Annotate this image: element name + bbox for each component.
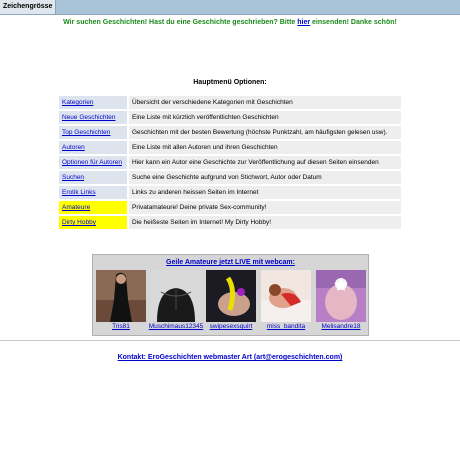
menu-row: Dirty Hobby Die heißeste Seiten im Inter… bbox=[59, 216, 401, 229]
menu-link-suchen[interactable]: Suchen bbox=[62, 174, 84, 181]
webcam-photo-placeholder bbox=[261, 270, 311, 322]
webcam-name-link[interactable]: miss_bandita bbox=[256, 323, 316, 330]
menu-link-cell-highlighted: Dirty Hobby bbox=[59, 216, 127, 229]
menu-row: Erotik Links Links zu anderen heissen Se… bbox=[59, 186, 401, 199]
menu-link-cell: Erotik Links bbox=[59, 186, 127, 199]
menu-description: Geschichten mit der besten Bewertung (hö… bbox=[129, 126, 401, 139]
webcam-photo-placeholder bbox=[96, 270, 146, 322]
menu-description: Hier kann ein Autor eine Geschichte zur … bbox=[129, 156, 401, 169]
menu-link-cell: Optionen für Autoren bbox=[59, 156, 127, 169]
menu-link-neue-geschichten[interactable]: Neue Geschichten bbox=[62, 114, 115, 121]
menu-row: Top Geschichten Geschichten mit der best… bbox=[59, 126, 401, 139]
menu-description: Übersicht der verschiedene Kategorien mi… bbox=[129, 96, 401, 109]
menu-description: Die heißeste Seiten im Internet! My Dirt… bbox=[129, 216, 401, 229]
webcam-photo-placeholder bbox=[316, 270, 366, 322]
menu-description: Eine Liste mit kürzlich veröffentlichten… bbox=[129, 111, 401, 124]
menu-link-optionen-fuer-autoren[interactable]: Optionen für Autoren bbox=[62, 159, 122, 166]
menu-link-kategorien[interactable]: Kategorien bbox=[62, 99, 93, 106]
notice-text-start: Wir suchen Geschichten! Hast du eine Ges… bbox=[63, 19, 298, 26]
webcam-panel-title-link[interactable]: Geile Amateure jetzt LIVE mit webcam: bbox=[93, 259, 368, 266]
menu-description: Suche eine Geschichte aufgrund von Stich… bbox=[129, 171, 401, 184]
menu-link-autoren[interactable]: Autoren bbox=[62, 144, 85, 151]
notice-here-link[interactable]: hier bbox=[297, 19, 310, 26]
font-size-button[interactable]: Zeichengrösse bbox=[0, 0, 57, 14]
menu-link-cell: Kategorien bbox=[59, 96, 127, 109]
menu-link-cell-highlighted: Amateure bbox=[59, 201, 127, 214]
webcam-name-link[interactable]: swipesexsquirt bbox=[201, 323, 261, 330]
webcam-thumbnail[interactable] bbox=[316, 270, 366, 322]
webcam-panel: Geile Amateure jetzt LIVE mit webcam: Tr… bbox=[92, 254, 369, 336]
menu-row: Neue Geschichten Eine Liste mit kürzlich… bbox=[59, 111, 401, 124]
menu-row: Amateure Privatamateure! Deine private S… bbox=[59, 201, 401, 214]
webcam-name-link[interactable]: Melisandre18 bbox=[311, 323, 371, 330]
webcam-thumbnail[interactable] bbox=[151, 270, 201, 322]
menu-link-erotik-links[interactable]: Erotik Links bbox=[62, 189, 96, 196]
webcam-photo-placeholder bbox=[151, 270, 201, 322]
menu-row: Kategorien Übersicht der verschiedene Ka… bbox=[59, 96, 401, 109]
menu-link-cell: Suchen bbox=[59, 171, 127, 184]
menu-link-cell: Autoren bbox=[59, 141, 127, 154]
webcam-photo-placeholder bbox=[206, 270, 256, 322]
submission-notice: Wir suchen Geschichten! Hast du eine Ges… bbox=[0, 19, 460, 26]
menu-row: Autoren Eine Liste mit allen Autoren und… bbox=[59, 141, 401, 154]
menu-link-top-geschichten[interactable]: Top Geschichten bbox=[62, 129, 110, 136]
top-toolbar: Zeichengrösse bbox=[0, 0, 460, 15]
contact-link[interactable]: Kontakt: EroGeschichten webmaster Art (a… bbox=[0, 354, 460, 361]
webcam-thumbnail[interactable] bbox=[206, 270, 256, 322]
menu-title: Hauptmenü Optionen: bbox=[193, 79, 267, 86]
main-menu-table: Kategorien Übersicht der verschiedene Ka… bbox=[57, 94, 403, 231]
menu-link-amateure[interactable]: Amateure bbox=[62, 204, 90, 211]
menu-link-cell: Neue Geschichten bbox=[59, 111, 127, 124]
notice-text-end: einsenden! Danke schön! bbox=[310, 19, 397, 26]
webcam-thumbnail[interactable] bbox=[96, 270, 146, 322]
menu-link-dirty-hobby[interactable]: Dirty Hobby bbox=[62, 219, 96, 226]
menu-link-cell: Top Geschichten bbox=[59, 126, 127, 139]
menu-row: Optionen für Autoren Hier kann ein Autor… bbox=[59, 156, 401, 169]
menu-row: Suchen Suche eine Geschichte aufgrund vo… bbox=[59, 171, 401, 184]
webcam-name-link[interactable]: Tris81 bbox=[91, 323, 151, 330]
menu-description: Eine Liste mit allen Autoren und ihren G… bbox=[129, 141, 401, 154]
footer-divider bbox=[0, 340, 460, 341]
menu-description: Privatamateure! Deine private Sex-commun… bbox=[129, 201, 401, 214]
webcam-name-link[interactable]: Muschimaus12345 bbox=[146, 323, 206, 330]
webcam-thumbnail[interactable] bbox=[261, 270, 311, 322]
menu-description: Links zu anderen heissen Seiten im Inter… bbox=[129, 186, 401, 199]
